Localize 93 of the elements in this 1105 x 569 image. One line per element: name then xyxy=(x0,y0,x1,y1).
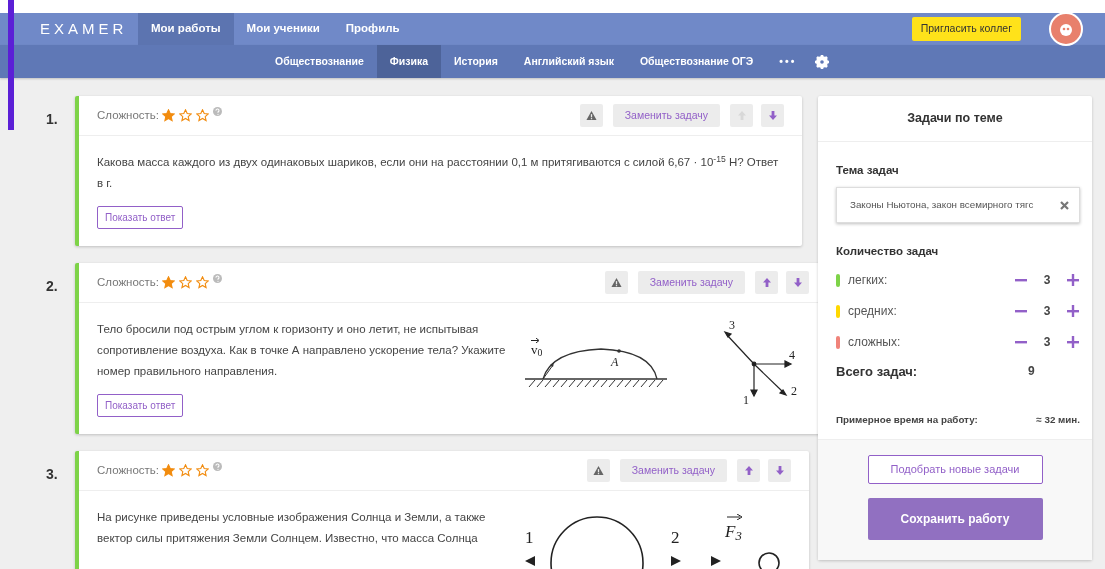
panel-title: Задачи по теме xyxy=(818,96,1092,142)
difficulty-label: Сложность: xyxy=(97,107,160,123)
show-answer-button[interactable]: Показать ответ xyxy=(97,394,184,417)
nav-tab[interactable]: Мои работы xyxy=(138,13,234,45)
replace-task-button[interactable]: Заменить задачу xyxy=(619,459,727,482)
vectors-drawing xyxy=(723,330,793,398)
topic-select[interactable]: Законы Ньютона, закон всемирного тягс xyxy=(836,187,1080,224)
star-icon xyxy=(179,464,193,477)
total-value: 9 xyxy=(1028,363,1036,381)
star-icon xyxy=(162,109,176,122)
move-down-button[interactable] xyxy=(768,459,791,482)
time-value: ≈ 32 мин. xyxy=(1036,413,1080,427)
settings-icon[interactable] xyxy=(815,54,830,69)
help-icon xyxy=(213,274,223,283)
topic-label: Тема задач xyxy=(836,163,900,178)
figure-label: 1 xyxy=(525,529,534,546)
save-button[interactable]: Сохранить работу xyxy=(867,498,1043,540)
subject-tab[interactable]: Обществознание xyxy=(262,45,377,78)
move-down-button[interactable] xyxy=(786,271,809,294)
count-value: 3 xyxy=(1042,303,1052,320)
subject-tab[interactable]: История xyxy=(441,45,511,78)
invite-button[interactable]: Пригласить коллег xyxy=(911,17,1021,41)
more-button[interactable]: ••• xyxy=(766,45,810,78)
subject-tab[interactable]: Английский язык xyxy=(510,45,627,78)
figure-label: F$_{3}$ xyxy=(725,523,742,540)
help-icon xyxy=(213,107,223,116)
count-value: 3 xyxy=(1042,272,1052,289)
nav-tab[interactable]: Профиль xyxy=(332,13,413,45)
arrow-down-icon xyxy=(767,110,778,121)
warning-button[interactable] xyxy=(604,271,628,294)
plus-icon xyxy=(1066,335,1080,349)
warning-icon xyxy=(585,110,597,121)
count-label: Количество задач xyxy=(836,244,940,260)
figure-label: A xyxy=(611,354,619,371)
star-icon xyxy=(179,276,193,289)
task-number: 3. xyxy=(45,465,59,484)
star-icon xyxy=(162,464,176,477)
figure-label: 1 xyxy=(743,394,749,406)
difficulty-label: Сложность: xyxy=(97,462,160,478)
plus-button[interactable] xyxy=(1066,335,1080,349)
arrow-icon xyxy=(671,556,681,566)
close-icon xyxy=(1060,200,1069,210)
plus-button[interactable] xyxy=(1066,273,1080,287)
replace-task-button[interactable]: Заменить задачу xyxy=(637,271,745,294)
task-text: На рисунке приведены условные изображения Солнца и Земли, а также вектор силы притяжения Земли Солнцем. Известно, что масса Солнца xyxy=(97,510,487,546)
warning-button[interactable] xyxy=(579,104,603,127)
figure-label: 4 xyxy=(789,349,795,361)
vector-arrow-icon xyxy=(727,514,743,520)
level-label: сложных: xyxy=(848,334,902,351)
total-label: Всего задач: xyxy=(836,362,919,381)
warning-button[interactable] xyxy=(586,459,610,482)
help-icon xyxy=(213,462,223,471)
task-text: Какова масса каждого из двух одинаковых шариков, если они на расстоянии 0,1 м притягиваются с силой 6,67 · 10$^{-15}$ Н? Ответ в г. xyxy=(97,152,780,191)
star-icon xyxy=(196,276,210,289)
figure-label: 2 xyxy=(791,385,797,397)
task-text: Тело бросили под острым углом к горизонту и оно летит, не испытывая сопротивление воздуха. Как в точке А направлено ускорение тела? Укажите номер правильного направления. xyxy=(97,322,507,379)
replace-task-button[interactable]: Заменить задачу xyxy=(612,104,720,127)
figure-label: 3 xyxy=(729,319,735,331)
count-value: 3 xyxy=(1042,334,1052,351)
arrow-up-icon xyxy=(761,277,772,288)
plus-button[interactable] xyxy=(1066,304,1080,318)
subject-tab[interactable]: Физика xyxy=(376,45,441,78)
pick-tasks-button[interactable]: Подобрать новые задачи xyxy=(867,455,1043,484)
time-label: Примерное время на работу: xyxy=(836,413,979,427)
star-icon xyxy=(196,464,210,477)
plus-icon xyxy=(1066,273,1080,287)
plus-icon xyxy=(1066,304,1080,318)
star-icon xyxy=(162,276,176,289)
figure-label: v$_{0}$ xyxy=(531,343,543,356)
move-down-button[interactable] xyxy=(761,104,784,127)
star-icon xyxy=(196,109,210,122)
subject-tab[interactable]: Обществознание ОГЭ xyxy=(626,45,767,78)
warning-icon xyxy=(592,465,604,476)
arrow-icon xyxy=(711,556,721,566)
arrow-icon xyxy=(525,556,535,566)
task-number: 1. xyxy=(45,110,59,129)
task-number: 2. xyxy=(45,277,59,296)
move-up-button[interactable] xyxy=(755,271,778,294)
difficulty-label: Сложность: xyxy=(97,274,160,290)
level-label: средних: xyxy=(848,303,898,320)
nav-tab[interactable]: Мои ученики xyxy=(233,13,333,45)
arrow-up-icon xyxy=(743,465,754,476)
arrow-down-icon xyxy=(774,465,785,476)
arrow-down-icon xyxy=(792,277,803,288)
star-icon xyxy=(179,109,193,122)
show-answer-button[interactable]: Показать ответ xyxy=(97,206,184,229)
figure-label: 2 xyxy=(671,529,680,546)
warning-icon xyxy=(610,277,622,288)
avatar-icon[interactable] xyxy=(1049,12,1083,46)
move-up-button[interactable] xyxy=(737,459,760,482)
logo: EXAMER xyxy=(40,18,129,39)
level-label: легких: xyxy=(848,272,889,289)
vector-arrow-icon xyxy=(531,338,540,343)
